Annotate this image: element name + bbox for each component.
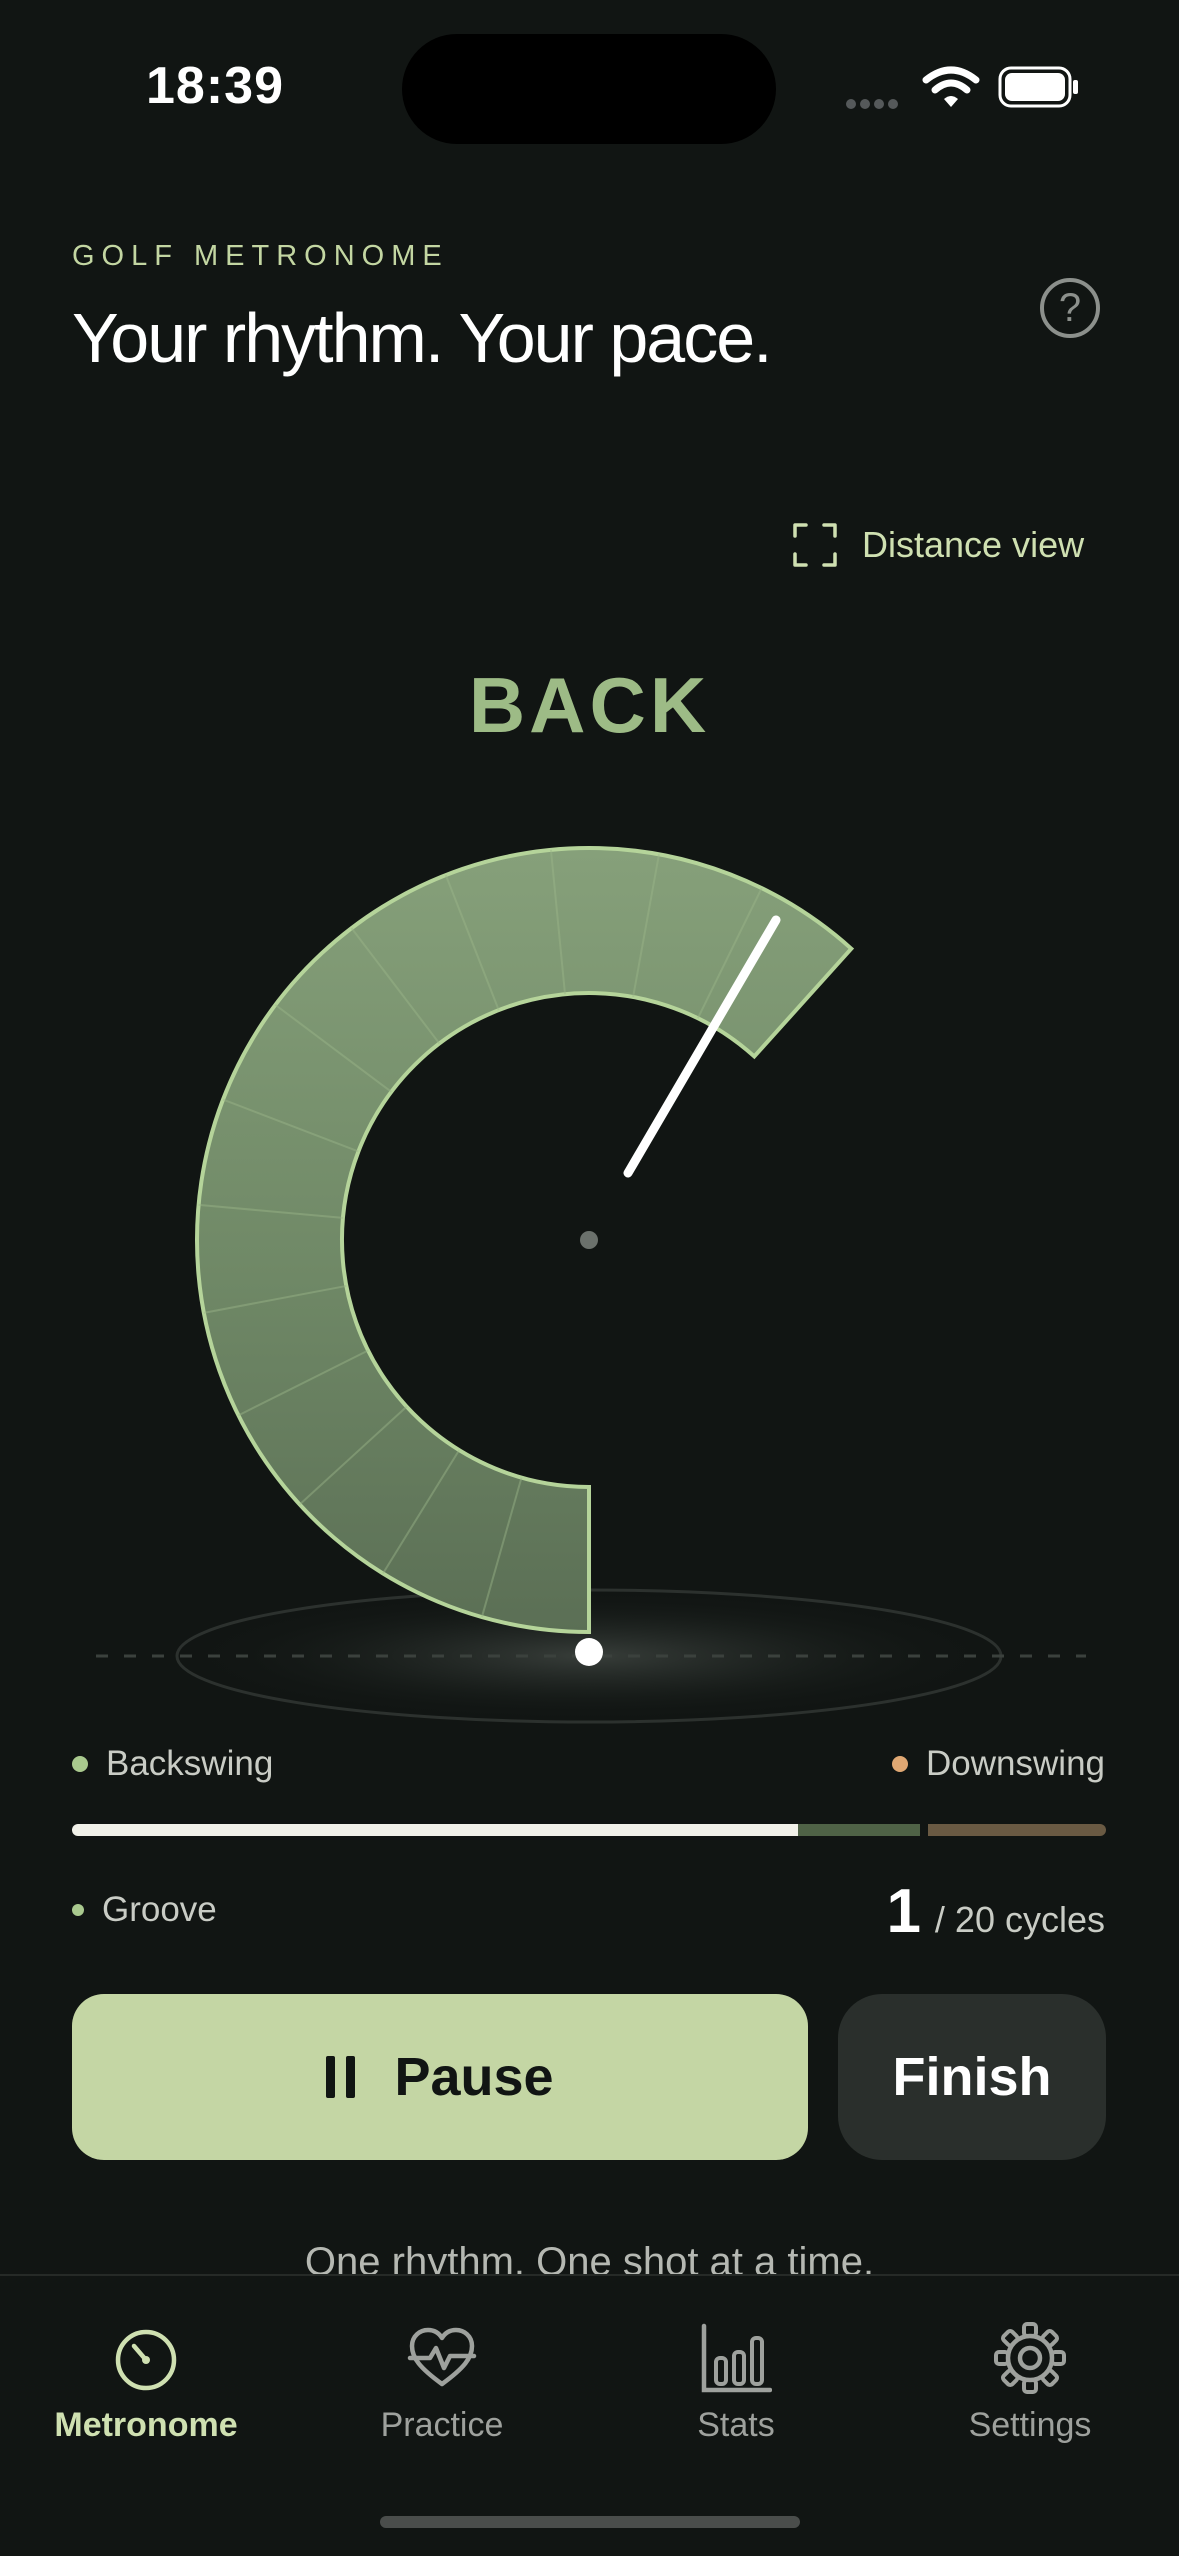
legend-groove: Groove [72,1890,217,1930]
backswing-remaining [798,1824,920,1836]
cycle-counter: 1 / 20 cycles [886,1876,1105,1947]
groove-dot [72,1904,84,1916]
home-indicator [380,2516,800,2528]
legend-downswing: Downswing [892,1744,1105,1784]
finish-button[interactable]: Finish [838,1994,1106,2160]
tab-metronome[interactable]: Metronome [26,2322,266,2445]
downswing-progress [928,1824,1106,1836]
page-title: Your rhythm. Your pace. [72,299,773,377]
swing-progress-bar [72,1824,1106,1836]
backswing-progress [72,1824,798,1836]
tab-settings-label: Settings [968,2406,1092,2444]
tab-bar: Metronome Practice Stats Settings [0,2274,1179,2556]
help-button[interactable]: ? [1040,278,1100,338]
distance-view-button[interactable]: Distance view [792,520,1084,570]
cycle-total: / 20 cycles [934,1899,1105,1940]
tab-stats-label: Stats [697,2406,775,2444]
legend-downswing-label: Downswing [926,1744,1105,1783]
downswing-dot [892,1756,909,1772]
help-icon: ? [1058,285,1082,330]
tab-practice-label: Practice [380,2406,504,2444]
swing-phase-label: BACK [468,661,711,749]
pause-label: Pause [394,2047,554,2107]
distance-view-label: Distance view [862,524,1085,565]
cycle-current: 1 [886,1877,921,1946]
tab-settings[interactable]: Settings [910,2322,1150,2445]
tab-practice[interactable]: Practice [322,2322,562,2445]
gear-icon [994,2322,1066,2394]
metronome-dial [96,846,1086,1724]
pause-button[interactable]: Pause [72,1994,808,2160]
bar-chart-icon [701,2323,772,2393]
tab-metronome-label: Metronome [54,2406,238,2444]
metronome-icon [115,2329,177,2391]
battery-icon [998,66,1078,108]
legend-groove-label: Groove [102,1890,217,1929]
expand-frame-icon [793,523,837,567]
tab-stats[interactable]: Stats [616,2322,856,2445]
legend-backswing-label: Backswing [106,1744,274,1783]
pause-icon [326,2056,356,2098]
legend-backswing: Backswing [72,1744,273,1784]
app-eyebrow: GOLF METRONOME [72,240,449,272]
swing-start-marker [575,1638,603,1666]
cellular-signal-icon [846,96,906,109]
dynamic-island [402,34,776,144]
backswing-dot [72,1756,88,1772]
dial-center-dot [580,1231,598,1249]
wifi-icon [922,66,980,107]
status-time: 18:39 [146,57,284,115]
heart-pulse-icon [407,2327,477,2387]
